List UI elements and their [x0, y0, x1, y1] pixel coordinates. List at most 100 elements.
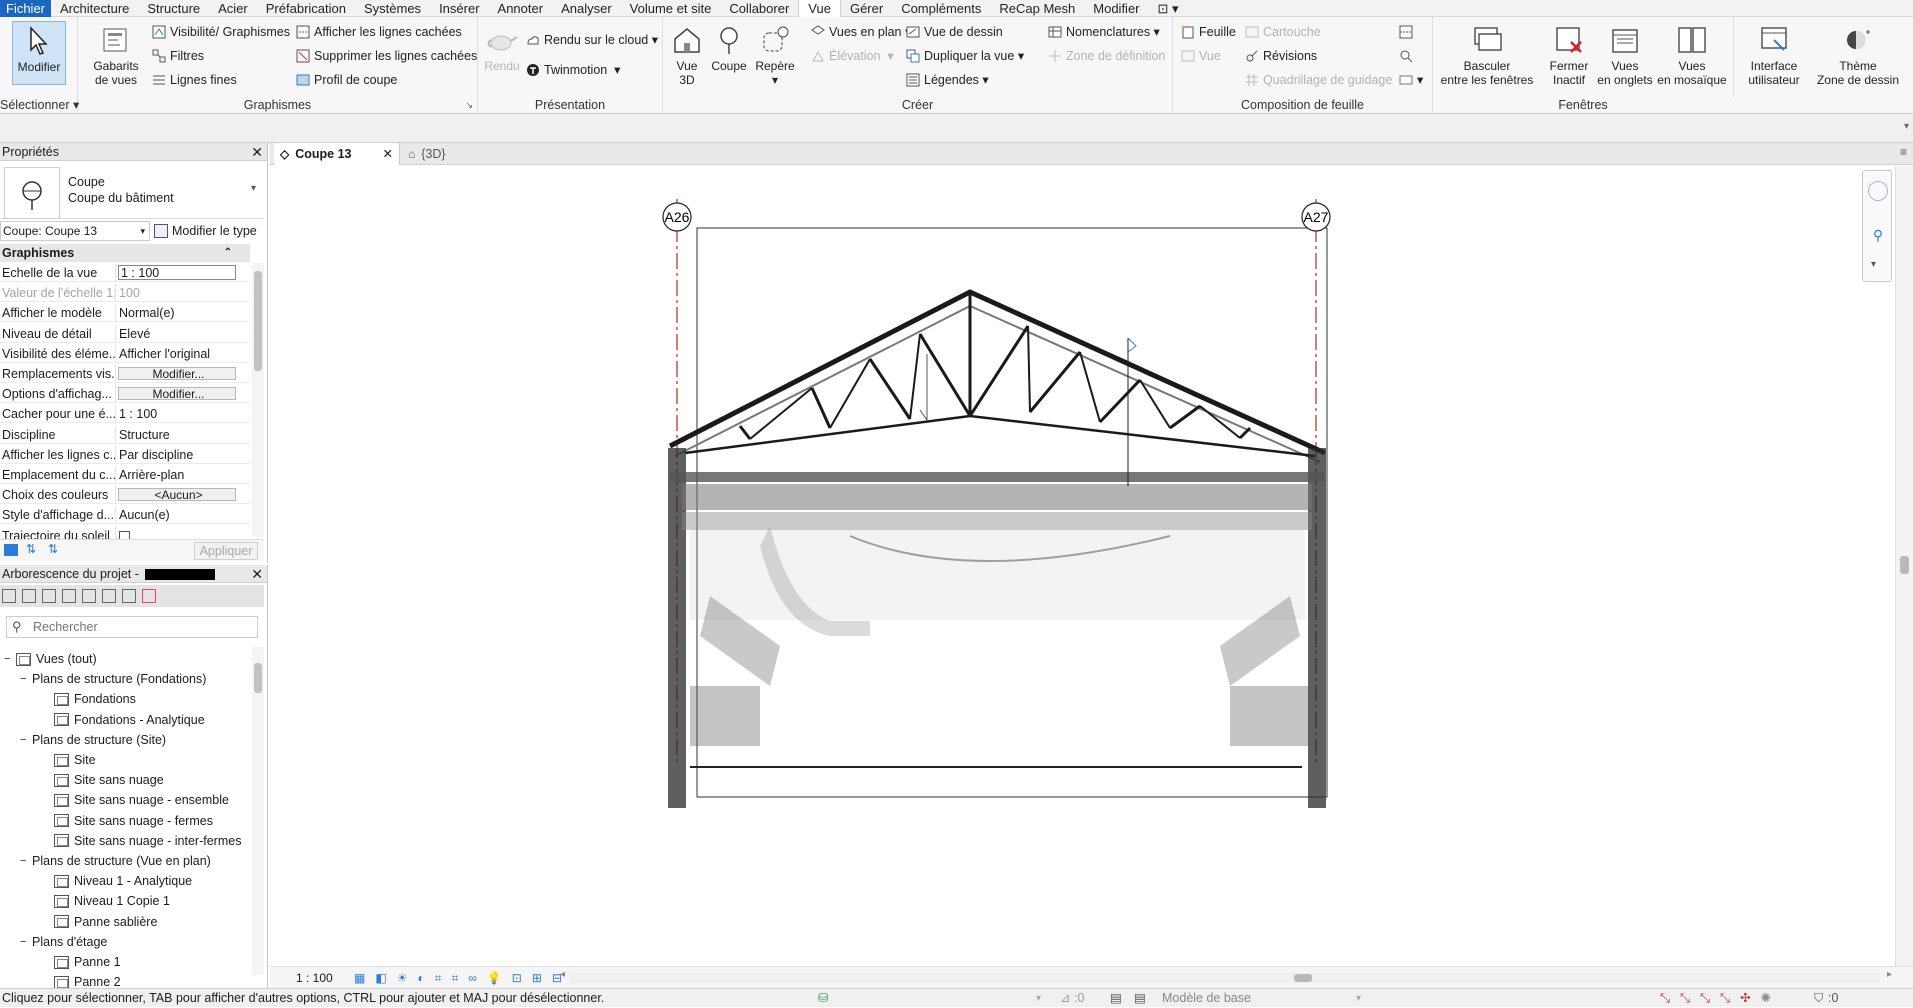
- tree-item[interactable]: Niveau 1 - Analytique: [54, 871, 192, 891]
- tree-item[interactable]: Panne sablière: [54, 912, 157, 932]
- view-reference-button[interactable]: [1399, 47, 1417, 65]
- filter-icon[interactable]: ⛉: [1814, 989, 1823, 1008]
- dialog-launcher-icon[interactable]: ↘: [465, 100, 473, 111]
- shadows-icon[interactable]: ◐: [417, 971, 424, 986]
- view-scale[interactable]: 1 : 100: [296, 971, 333, 985]
- quick-access-dropdown[interactable]: ⊡ ▾: [1149, 0, 1188, 17]
- property-row[interactable]: Choix des couleurs <Aucun>: [0, 486, 250, 505]
- menu-fichier[interactable]: Fichier: [0, 0, 52, 17]
- tree-item[interactable]: − Vues (tout): [4, 649, 97, 669]
- rendu-button[interactable]: Rendu: [482, 23, 522, 73]
- tree-item[interactable]: − Plans de structure (Fondations): [20, 669, 206, 689]
- detail-level-icon[interactable]: ▦: [354, 971, 365, 986]
- rendu-cloud-button[interactable]: Rendu sur le cloud ▾: [526, 31, 658, 49]
- visibilite-graphismes-button[interactable]: Visibilité/ Graphismes: [152, 23, 290, 41]
- menu-compl-ments[interactable]: Compléments: [892, 0, 990, 17]
- property-row[interactable]: Visibilité des éléme... Afficher l'origin…: [0, 344, 250, 363]
- section-graphismes[interactable]: Graphismes ⌃: [0, 244, 250, 262]
- tree-item[interactable]: Panne 1: [54, 952, 121, 972]
- modifier-type-button[interactable]: Modifier le type: [154, 221, 257, 241]
- elevation-button[interactable]: Élévation ▾: [811, 47, 894, 65]
- canvas-vscrollbar[interactable]: [1895, 166, 1913, 966]
- revit-links-icon[interactable]: [142, 589, 156, 603]
- section-marker-left[interactable]: [919, 354, 928, 422]
- tab-menu-icon[interactable]: ≡: [1900, 145, 1907, 159]
- vue-button[interactable]: Vue: [1181, 47, 1221, 65]
- links-icon[interactable]: [122, 589, 136, 603]
- property-row[interactable]: Afficher le modèle Normal(e): [0, 304, 250, 323]
- property-value[interactable]: 1 : 100: [118, 265, 236, 280]
- workset-icon[interactable]: ⛁: [818, 989, 828, 1008]
- menu-volume-et-site[interactable]: Volume et site: [621, 0, 721, 17]
- menu-annoter[interactable]: Annoter: [489, 0, 553, 17]
- visual-style-icon[interactable]: ◧: [375, 971, 386, 986]
- zoom-icon[interactable]: ⚲: [1868, 227, 1888, 247]
- afficher-lignes-cachees-button[interactable]: Afficher les lignes cachées: [296, 23, 462, 41]
- vues-mosaique-button[interactable]: Vues en mosaïque: [1653, 23, 1731, 87]
- vues-onglets-button[interactable]: Vues en onglets: [1595, 23, 1655, 87]
- section-flip-icon[interactable]: [1127, 337, 1137, 353]
- property-row[interactable]: Echelle de la vue 1 : 100: [0, 264, 250, 282]
- menu-acier[interactable]: Acier: [209, 0, 257, 17]
- vue-dessin-button[interactable]: Vue de dessin: [906, 23, 1003, 41]
- select-links-icon[interactable]: ⤡: [1660, 989, 1670, 1008]
- collapse-toggle-icon[interactable]: −: [20, 730, 32, 750]
- menu-recap-mesh[interactable]: ReCap Mesh: [990, 0, 1084, 17]
- editable-only-icon[interactable]: ⊿: [1060, 989, 1070, 1008]
- families-icon[interactable]: [82, 589, 96, 603]
- basculer-fenetres-button[interactable]: Basculer entre les fenêtres: [1433, 23, 1541, 87]
- search-input[interactable]: [33, 619, 253, 635]
- vues-en-plan-button[interactable]: Vues en plan ▾: [811, 23, 911, 41]
- tree-item[interactable]: Site sans nuage - inter-fermes: [54, 831, 241, 851]
- supprimer-lignes-cachees-button[interactable]: Supprimer les lignes cachées: [296, 47, 477, 65]
- chevron-down-icon[interactable]: ▾: [1871, 259, 1876, 270]
- tree-item[interactable]: − Plans d'étage: [20, 932, 107, 952]
- temporary-hide-icon[interactable]: ∞: [468, 971, 477, 986]
- legendes-button[interactable]: Légendes ▾: [906, 71, 989, 89]
- zone-definition-button[interactable]: Zone de définition: [1048, 47, 1165, 65]
- profil-coupe-button[interactable]: Profil de coupe: [296, 71, 397, 89]
- menu-g-rer[interactable]: Gérer: [841, 0, 892, 17]
- chevron-down-icon[interactable]: ▾: [1904, 121, 1909, 132]
- property-row[interactable]: Niveau de détail Elevé: [0, 324, 250, 343]
- modifier-button[interactable]: Modifier: [12, 21, 66, 85]
- property-button[interactable]: Modifier...: [118, 387, 236, 401]
- fermer-inactif-button[interactable]: Fermer Inactif: [1545, 23, 1593, 87]
- menu-collaborer[interactable]: Collaborer: [720, 0, 798, 17]
- property-row[interactable]: Discipline Structure: [0, 425, 250, 444]
- schedules-icon[interactable]: [62, 589, 76, 603]
- instance-dropdown[interactable]: Coupe: Coupe 13 ▾: [0, 221, 150, 241]
- list-view-icon[interactable]: [4, 544, 18, 556]
- menu-architecture[interactable]: Architecture: [51, 0, 138, 17]
- search-box[interactable]: ⚲: [6, 616, 258, 638]
- scroll-thumb[interactable]: [1900, 556, 1909, 574]
- property-row[interactable]: Style d'affichage d... Aucun(e): [0, 506, 250, 525]
- tab-3d[interactable]: ⌂ {3D}: [404, 143, 484, 165]
- select-underlay-icon[interactable]: ⤡: [1680, 989, 1690, 1008]
- chevron-right-icon[interactable]: ▸: [1887, 969, 1892, 980]
- scroll-thumb[interactable]: [1294, 974, 1312, 982]
- feuille-button[interactable]: Feuille: [1181, 23, 1236, 41]
- drag-elements-icon[interactable]: ✣: [1740, 989, 1750, 1008]
- twinmotion-button[interactable]: Twinmotion ▾: [526, 61, 620, 79]
- sun-path-icon[interactable]: ☀: [397, 971, 408, 986]
- tree-item[interactable]: Site sans nuage - ensemble: [54, 790, 229, 810]
- quadrillage-button[interactable]: Quadrillage de guidage: [1245, 71, 1392, 89]
- property-row[interactable]: Emplacement du c... Arrière-plan: [0, 466, 250, 484]
- sheets-icon[interactable]: [42, 589, 56, 603]
- reveal-hidden-icon[interactable]: 💡: [487, 971, 502, 986]
- groups-icon[interactable]: [102, 589, 116, 603]
- chevron-left-icon[interactable]: ◂: [560, 969, 565, 980]
- property-row[interactable]: Remplacements vis... Modifier...: [0, 365, 250, 383]
- appliquer-button[interactable]: Appliquer: [194, 542, 258, 560]
- steering-wheel-icon[interactable]: [1868, 181, 1888, 201]
- drawing-area[interactable]: A26 A27: [270, 166, 1895, 966]
- property-row[interactable]: Afficher les lignes c... Par discipline: [0, 445, 250, 464]
- canvas-hscrollbar[interactable]: ◂ ▸: [560, 969, 1892, 983]
- repere-button[interactable]: Repère ▾: [753, 23, 797, 87]
- menu-pr-fabrication[interactable]: Préfabrication: [257, 0, 355, 17]
- revisions-button[interactable]: Révisions: [1245, 47, 1317, 65]
- home-icon[interactable]: [2, 589, 16, 603]
- crop-view-icon[interactable]: ⌗: [435, 971, 442, 986]
- filtres-button[interactable]: Filtres: [152, 47, 204, 65]
